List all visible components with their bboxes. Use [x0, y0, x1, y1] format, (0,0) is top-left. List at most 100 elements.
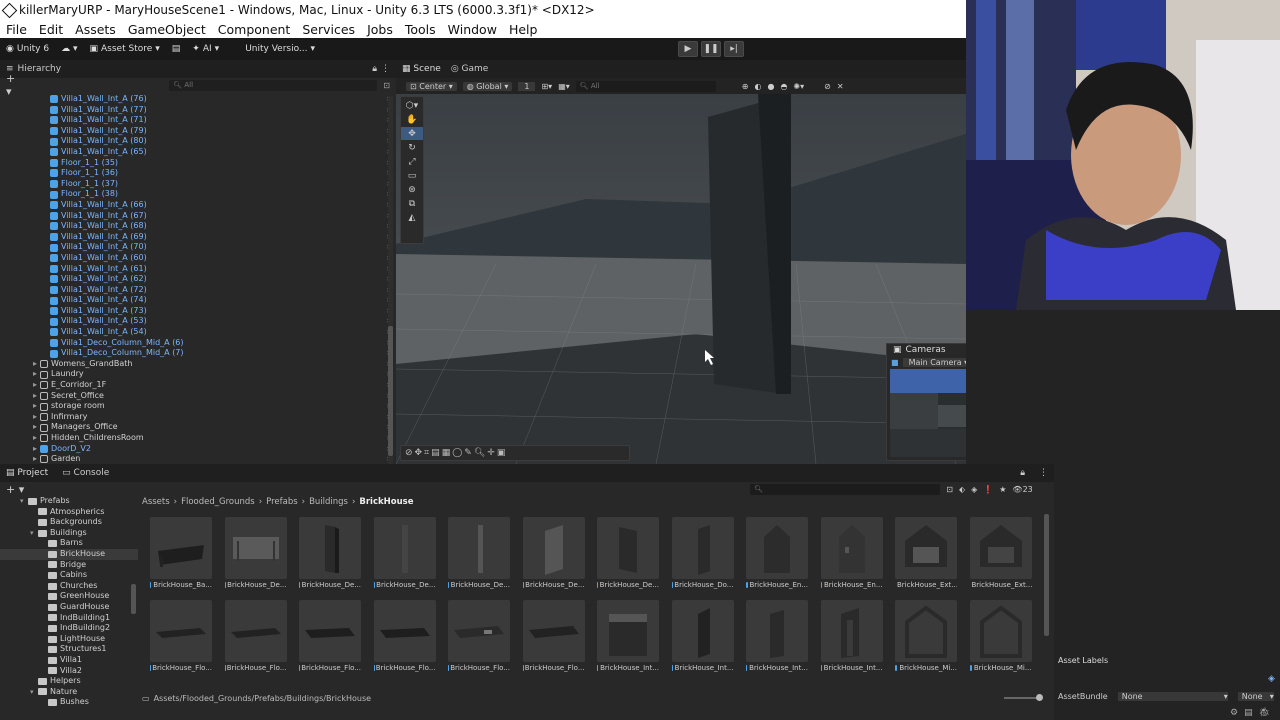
search-mode-icon[interactable]: ⊡ — [383, 81, 390, 90]
crumb-prefabs[interactable]: Prefabs — [266, 497, 298, 507]
asset-item[interactable]: BrickHouse_Ext... — [895, 517, 957, 589]
more-menu-icon[interactable]: ⋮ — [381, 64, 390, 74]
asset-item[interactable]: BrickHouse_De... — [597, 517, 659, 589]
expand-arrow-icon[interactable]: ▸ — [33, 391, 37, 402]
folder-scrollbar[interactable] — [131, 584, 136, 614]
menu-help[interactable]: Help — [503, 22, 544, 37]
version-control-button[interactable]: Unity Versio... ▾ — [239, 44, 321, 54]
asset-item[interactable]: BrickHouse_Flo... — [299, 600, 361, 672]
package-button[interactable]: ▤ — [166, 44, 187, 54]
hierarchy-item[interactable]: Floor_1_1 (38)› — [0, 189, 396, 200]
progress-icon[interactable]: ⚙ — [1230, 708, 1238, 718]
asset-item[interactable]: BrickHouse_De... — [299, 517, 361, 589]
hierarchy-item[interactable]: ▸Managers_Office› — [0, 422, 396, 433]
folder-item[interactable]: Structures1 — [0, 644, 138, 655]
asset-item[interactable]: BrickHouse_En... — [746, 517, 808, 589]
folder-item[interactable]: ▾ Nature — [0, 687, 138, 698]
folder-item[interactable]: IndBuilding1 — [0, 613, 138, 624]
expand-arrow-icon[interactable]: ▸ — [33, 369, 37, 380]
visibility-icon[interactable]: ⊘ — [824, 82, 831, 91]
edge-mode-icon[interactable]: ⌗ — [424, 448, 429, 458]
asset-item[interactable]: BrickHouse_De... — [224, 517, 287, 589]
hierarchy-item[interactable]: Villa1_Wall_Int_A (60)› — [0, 253, 396, 264]
hierarchy-item[interactable]: Villa1_Wall_Int_A (54)› — [0, 327, 396, 338]
pan-icon[interactable]: ✛ — [487, 448, 495, 458]
pause-button[interactable]: ❚❚ — [701, 41, 721, 57]
folder-arrow-icon[interactable]: ▾ — [30, 528, 38, 539]
asset-item[interactable]: BrickHouse_Mi... — [895, 600, 957, 672]
label-tag-icon[interactable]: ◈ — [1268, 674, 1275, 684]
hierarchy-item[interactable]: Villa1_Wall_Int_A (70)› — [0, 242, 396, 253]
filter-type-icon[interactable]: ⊡ — [946, 485, 953, 494]
folder-item[interactable]: Villa1 — [0, 655, 138, 666]
menu-tools[interactable]: Tools — [399, 22, 442, 37]
orbit-icon[interactable]: ◯ — [452, 448, 462, 458]
pivot-dropdown[interactable]: ⊡ Center ▾ — [406, 81, 457, 91]
asset-bundle-dropdown[interactable]: None ▾ — [1117, 691, 1228, 701]
asset-item[interactable]: BrickHouse_De... — [522, 517, 585, 589]
crumb-buildings[interactable]: Buildings — [309, 497, 348, 507]
folder-item[interactable]: Atmospherics — [0, 507, 138, 518]
menu-jobs[interactable]: Jobs — [361, 22, 399, 37]
step-button[interactable]: ▸| — [724, 41, 744, 57]
hierarchy-item[interactable]: Villa1_Wall_Int_A (69)› — [0, 232, 396, 243]
hierarchy-item[interactable]: Villa1_Wall_Int_A (79)› — [0, 126, 396, 137]
hierarchy-item[interactable]: ▸Secret_Office› — [0, 391, 396, 402]
lock-icon[interactable]: 🔒︎ — [372, 64, 377, 74]
menu-edit[interactable]: Edit — [33, 22, 69, 37]
filter-label-icon[interactable]: ⬖ — [959, 485, 965, 494]
asset-item[interactable]: BrickHouse_De... — [448, 517, 510, 589]
menu-gameobject[interactable]: GameObject — [122, 22, 212, 37]
hierarchy-item[interactable]: Floor_1_1 (37)› — [0, 179, 396, 190]
hierarchy-item[interactable]: Villa1_Wall_Int_A (61)› — [0, 264, 396, 275]
cache-icon[interactable]: ▤ — [1244, 708, 1253, 718]
expand-arrow-icon[interactable]: ▸ — [33, 380, 37, 391]
asset-scrollbar[interactable] — [1044, 514, 1049, 636]
play-button[interactable]: ▶ — [678, 41, 698, 57]
face-mode-icon[interactable]: ▤ — [431, 448, 440, 458]
asset-item[interactable]: BrickHouse_Int... — [746, 600, 808, 672]
asset-item[interactable]: BrickHouse_Ext... — [969, 517, 1032, 589]
hierarchy-item[interactable]: ▸E_Corridor_1F› — [0, 380, 396, 391]
expand-arrow-icon[interactable]: ▸ — [33, 412, 37, 423]
asset-item[interactable]: BrickHouse_Int... — [820, 600, 883, 672]
folder-item[interactable]: Helpers — [0, 676, 138, 687]
cloud-button[interactable]: ☁ ▾ — [55, 44, 83, 54]
tools-icon[interactable]: ✕ — [837, 82, 844, 91]
hierarchy-search-input[interactable]: 🔍︎ All — [169, 79, 378, 91]
folder-item[interactable]: Villa2 — [0, 666, 138, 677]
grid-mode-icon[interactable]: ▦ — [442, 448, 451, 458]
asset-item[interactable]: BrickHouse_Ba... — [150, 517, 212, 589]
folder-item[interactable]: Bridge — [0, 560, 138, 571]
account-button[interactable]: ◉ Unity 6 — [0, 44, 55, 54]
snap-value-field[interactable]: 1 — [518, 81, 536, 91]
folder-item[interactable]: Bushes — [0, 697, 138, 706]
move-tool-icon[interactable]: ✥ — [401, 127, 423, 140]
asset-variant-dropdown[interactable]: None ▾ — [1237, 691, 1274, 701]
hierarchy-item[interactable]: ▸Infirmary› — [0, 412, 396, 423]
zoom-icon[interactable]: 🔍︎ — [474, 448, 485, 458]
folder-item[interactable]: GuardHouse — [0, 602, 138, 613]
crumb-brickhouse[interactable]: BrickHouse — [359, 497, 413, 507]
asset-item[interactable]: BrickHouse_Int... — [597, 600, 659, 672]
menu-window[interactable]: Window — [442, 22, 503, 37]
create-icon[interactable]: + ▾ — [6, 483, 24, 496]
hierarchy-item[interactable]: ▸DoorD_V2› — [0, 444, 396, 455]
rect-tool-icon[interactable]: ▭ — [401, 169, 423, 182]
hierarchy-tab[interactable]: Hierarchy — [18, 64, 62, 74]
menu-services[interactable]: Services — [296, 22, 361, 37]
menu-file[interactable]: File — [0, 22, 33, 37]
hierarchy-item[interactable]: Villa1_Wall_Int_A (76)› — [0, 94, 396, 105]
folder-item[interactable]: Barns — [0, 538, 138, 549]
hierarchy-item[interactable]: Villa1_Wall_Int_A (53)› — [0, 316, 396, 327]
tab-project[interactable]: ▤ Project — [6, 468, 48, 478]
hierarchy-item[interactable]: Villa1_Wall_Int_A (73)› — [0, 306, 396, 317]
hierarchy-item[interactable]: Villa1_Deco_Column_Mid_A (6)› — [0, 338, 396, 349]
hierarchy-item[interactable]: ▸storage room› — [0, 401, 396, 412]
hierarchy-item[interactable]: Floor_1_1 (36)› — [0, 168, 396, 179]
hierarchy-item[interactable]: Villa1_Wall_Int_A (71)› — [0, 115, 396, 126]
zoom-slider[interactable] — [1004, 694, 1043, 701]
project-more-icon[interactable]: ⋮ — [1039, 468, 1048, 478]
scene-viewport[interactable] — [396, 94, 966, 464]
folder-arrow-icon[interactable]: ▾ — [30, 687, 38, 698]
